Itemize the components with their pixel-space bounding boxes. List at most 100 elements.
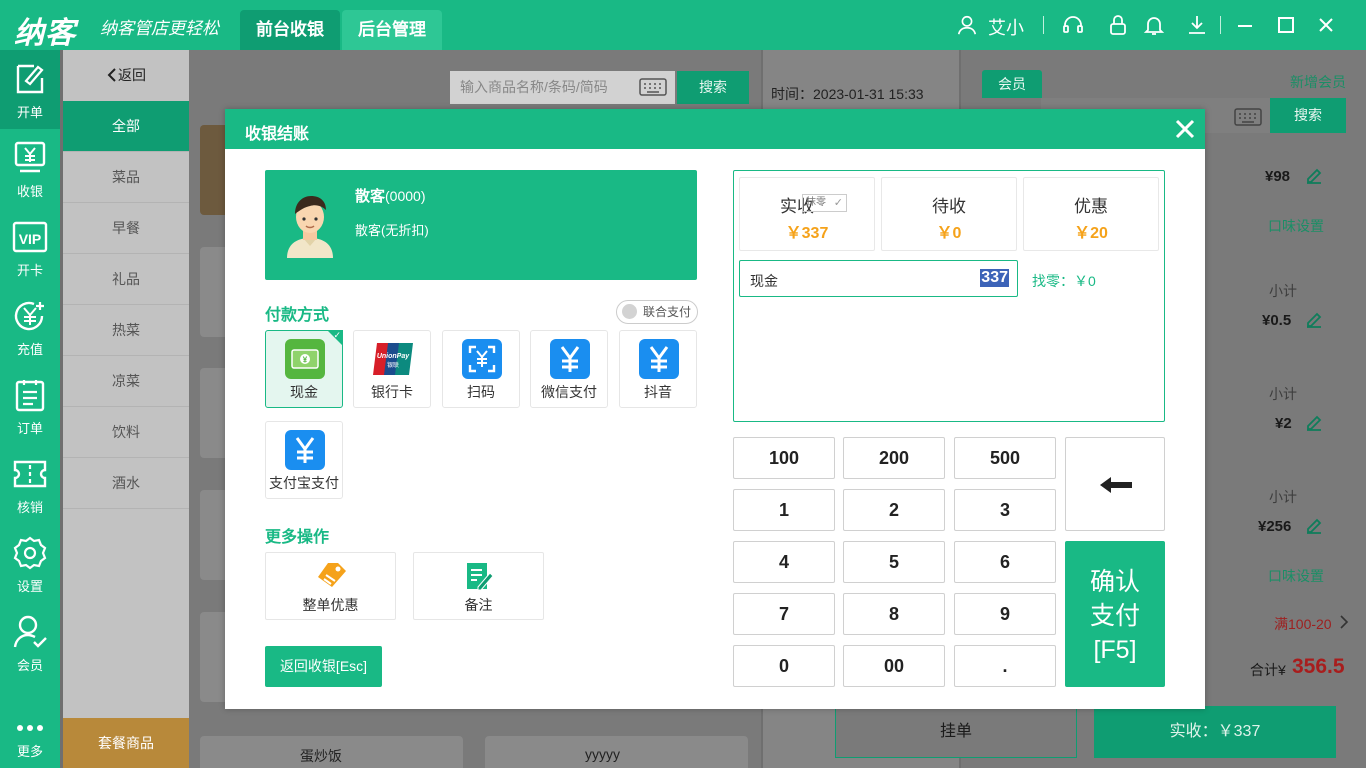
sidebar-item-label: 会员 <box>16 658 43 673</box>
sidebar-item-orders[interactable]: 订单 <box>0 366 60 445</box>
edit-icon[interactable] <box>1304 166 1324 186</box>
taste-setting-link[interactable]: 口味设置 <box>1268 566 1324 586</box>
whole-order-discount-button[interactable]: 整单优惠 <box>265 552 396 620</box>
sidebar-item-more[interactable]: 更多 <box>0 689 60 768</box>
payment-method-douyin[interactable]: 抖音 <box>619 330 697 408</box>
keypad-key[interactable]: 7 <box>733 593 835 635</box>
product-name: 蛋炒饭 <box>300 748 342 764</box>
sidebar-item-recharge[interactable]: 充值 <box>0 287 60 366</box>
keypad-key[interactable]: 00 <box>843 645 945 687</box>
cash-amount-input[interactable]: 现金 337 <box>739 260 1018 297</box>
return-cashier-button[interactable]: 返回收银[Esc] <box>265 646 382 687</box>
category-item[interactable]: 热菜 <box>63 305 189 356</box>
change-amount: 找零：￥0 <box>1032 273 1096 289</box>
edit-icon[interactable] <box>1304 413 1324 433</box>
category-item[interactable]: 早餐 <box>63 203 189 254</box>
close-icon[interactable] <box>1173 117 1197 141</box>
keyboard-icon[interactable] <box>639 78 667 96</box>
sidebar-item-label: 订单 <box>16 421 43 436</box>
category-item[interactable]: 菜品 <box>63 152 189 203</box>
product-card[interactable]: 蛋炒饭 <box>200 736 463 768</box>
sidebar-item-open-order[interactable]: 开单 <box>0 50 60 129</box>
backspace-button[interactable] <box>1065 437 1165 531</box>
maximize-icon[interactable] <box>1274 13 1298 37</box>
headset-icon[interactable] <box>1061 13 1085 37</box>
discount-amount-box: 优惠 ￥20 <box>1023 177 1159 251</box>
payment-method-bank-card[interactable]: UnionPay 银联 银行卡 <box>353 330 431 408</box>
cashier-icon <box>14 141 46 173</box>
edit-icon <box>16 64 44 94</box>
keypad-key[interactable]: 200 <box>843 437 945 479</box>
checkout-button[interactable]: 实收：￥337 <box>1094 706 1336 758</box>
check-icon: ✓ <box>333 330 341 340</box>
close-window-icon[interactable] <box>1314 13 1338 37</box>
user-icon[interactable] <box>956 14 978 36</box>
confirm-payment-button[interactable]: 确认 支付 [F5] <box>1065 541 1165 687</box>
keypad-key[interactable]: 6 <box>954 541 1056 583</box>
keypad-key[interactable]: 2 <box>843 489 945 531</box>
payment-method-alipay[interactable]: 支付宝支付 <box>265 421 343 499</box>
product-card[interactable]: yyyyy <box>485 736 748 768</box>
keypad-key[interactable]: 9 <box>954 593 1056 635</box>
customer-level: 散客(无折扣) <box>355 223 429 238</box>
keypad-key[interactable]: 4 <box>733 541 835 583</box>
lock-icon[interactable] <box>1106 13 1130 37</box>
customer-name-text: 散客 <box>355 188 386 205</box>
product-name: yyyyy <box>585 746 620 762</box>
combo-products-button[interactable]: 套餐商品 <box>63 718 189 768</box>
member-search-button[interactable]: 搜索 <box>1270 98 1346 133</box>
sidebar-item-label: 充值 <box>16 342 43 357</box>
payment-method-cash[interactable]: ¥ 现金 ✓ <box>265 330 343 408</box>
cash-value[interactable]: 337 <box>980 269 1009 287</box>
taste-setting-link[interactable]: 口味设置 <box>1268 216 1324 236</box>
keypad-key[interactable]: 500 <box>954 437 1056 479</box>
joint-pay-toggle[interactable]: 联合支付 <box>616 300 698 324</box>
product-search-button[interactable]: 搜索 <box>677 71 749 104</box>
username[interactable]: 艾小 <box>988 14 1024 40</box>
sidebar-item-members[interactable]: 会员 <box>0 603 60 682</box>
edit-icon[interactable] <box>1304 516 1324 536</box>
keyboard-icon[interactable] <box>1234 108 1262 126</box>
edit-icon[interactable] <box>1304 310 1324 330</box>
category-item[interactable]: 全部 <box>63 101 189 152</box>
keypad-key[interactable]: 100 <box>733 437 835 479</box>
tab-front-cashier[interactable]: 前台收银 <box>240 10 340 50</box>
keypad-key[interactable]: 8 <box>843 593 945 635</box>
sidebar-item-cashier[interactable]: 收银 <box>0 129 60 208</box>
more-action-label: 备注 <box>464 597 493 613</box>
more-actions-title: 更多操作 <box>265 529 330 546</box>
payment-method-wechat[interactable]: 微信支付 <box>530 330 608 408</box>
keypad-key[interactable]: 3 <box>954 489 1056 531</box>
more-action-label: 整单优惠 <box>302 597 359 613</box>
back-button[interactable]: 返回 <box>63 50 189 100</box>
round-off-toggle[interactable]: 抹零 <box>802 194 847 212</box>
app-slogan: 纳客管店更轻松 <box>100 19 219 39</box>
note-button[interactable]: 备注 <box>413 552 544 620</box>
category-item[interactable]: 礼品 <box>63 254 189 305</box>
category-item[interactable]: 饮料 <box>63 407 189 458</box>
main-sidebar: 开单 收银 VIP 开卡 充值 订单 核销 设置 会员 更多 <box>0 50 60 768</box>
keypad-key[interactable]: 1 <box>733 489 835 531</box>
bell-icon[interactable] <box>1142 13 1166 37</box>
subtotal-label: 小计 <box>1269 489 1297 505</box>
yen-icon <box>285 430 325 470</box>
keypad-key[interactable]: 0 <box>733 645 835 687</box>
sidebar-item-label: 核销 <box>16 500 43 515</box>
sidebar-item-settings[interactable]: 设置 <box>0 524 60 603</box>
sidebar-item-open-card[interactable]: VIP 开卡 <box>0 208 60 287</box>
keypad-key[interactable]: 5 <box>843 541 945 583</box>
chevron-right-icon[interactable] <box>1338 614 1350 630</box>
payment-method-scan[interactable]: 扫码 <box>442 330 520 408</box>
keypad-key[interactable]: . <box>954 645 1056 687</box>
category-item[interactable]: 凉菜 <box>63 356 189 407</box>
tab-back-office[interactable]: 后台管理 <box>342 10 442 50</box>
hang-order-button[interactable]: 挂单 <box>835 706 1077 758</box>
member-tab[interactable]: 会员 <box>982 70 1042 98</box>
minimize-icon[interactable] <box>1233 13 1257 37</box>
category-item[interactable]: 酒水 <box>63 458 189 509</box>
sidebar-item-redeem[interactable]: 核销 <box>0 445 60 524</box>
download-icon[interactable] <box>1185 13 1209 37</box>
sidebar-item-label: 收银 <box>16 184 43 199</box>
new-member-link[interactable]: 新增会员 <box>1290 72 1346 92</box>
customer-name: 散客(0000) <box>355 185 425 206</box>
